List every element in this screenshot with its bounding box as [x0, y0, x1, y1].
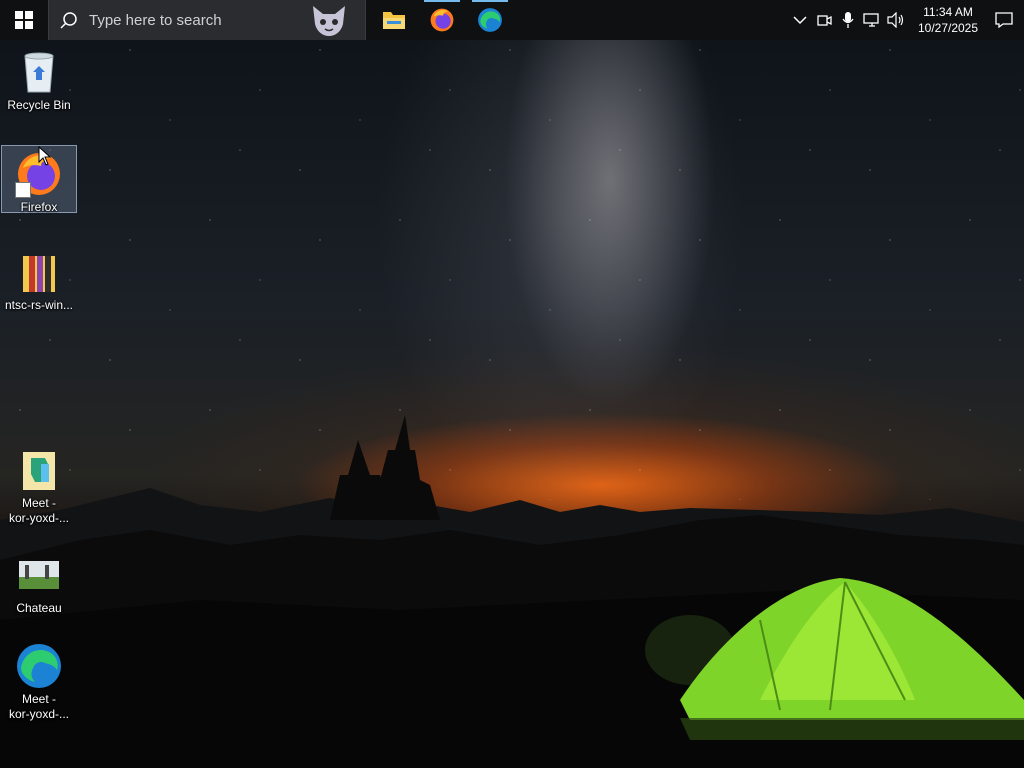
desktop-icon-label: Firefox	[20, 200, 58, 214]
taskbar-firefox[interactable]	[418, 0, 466, 40]
desktop-icon-ntsc-rs[interactable]: ntsc-rs-win...	[1, 244, 77, 316]
system-tray: 11:34 AM 10/27/2025	[788, 0, 1024, 40]
windows-logo-icon	[15, 11, 33, 29]
desktop-icon-label-line2: kor-yoxd-...	[8, 511, 69, 525]
desktop-icon-label: ntsc-rs-win...	[4, 298, 73, 312]
desktop-icon-chateau[interactable]: Chateau	[1, 547, 77, 615]
tray-camera[interactable]	[812, 0, 836, 40]
archive-icon	[15, 248, 63, 296]
desktop-icon-label: Recycle Bin	[7, 98, 71, 112]
shortcut-arrow-icon	[15, 182, 31, 198]
chevron-up-icon	[793, 16, 807, 25]
desktop-icon-meet-1[interactable]: Meet - kor-yoxd-...	[1, 442, 77, 528]
edge-icon	[15, 642, 63, 690]
desktop-icon-meet-2[interactable]: Meet - kor-yoxd-...	[1, 638, 77, 724]
taskbar-search-box[interactable]: Type here to search	[48, 0, 366, 40]
recycle-bin-icon	[15, 48, 63, 96]
camera-icon	[817, 15, 832, 26]
microphone-icon	[842, 12, 854, 28]
tray-network[interactable]	[860, 0, 884, 40]
firefox-icon	[430, 8, 454, 32]
tray-volume[interactable]	[884, 0, 908, 40]
desktop-icon-label: Chateau	[16, 601, 62, 615]
notification-icon	[995, 12, 1013, 28]
tray-microphone[interactable]	[836, 0, 860, 40]
taskbar: Type here to search 11:34 AM 10/27/2025	[0, 0, 1024, 40]
wallpaper-landscape	[0, 415, 1024, 768]
taskbar-edge[interactable]	[466, 0, 514, 40]
clock-time: 11:34 AM	[923, 5, 973, 19]
desktop-icon-label: Meet -	[21, 692, 56, 706]
taskbar-clock[interactable]: 11:34 AM 10/27/2025	[912, 4, 984, 36]
desktop-icon-label-line2: kor-yoxd-...	[8, 707, 69, 721]
desktop[interactable]: Recycle Bin Firefox ntsc-rs-win... Meet …	[0, 0, 1024, 768]
mouse-cursor-icon	[38, 146, 52, 166]
action-center-button[interactable]	[984, 0, 1024, 40]
clock-date: 10/27/2025	[917, 21, 979, 35]
desktop-icon-recycle-bin[interactable]: Recycle Bin	[1, 44, 77, 116]
edge-icon	[478, 8, 502, 32]
network-icon	[863, 13, 879, 27]
search-icon	[49, 11, 89, 29]
speaker-icon	[887, 12, 904, 28]
meet-shortcut-icon	[15, 446, 63, 494]
search-highlight-mascot-icon[interactable]	[309, 2, 349, 38]
chateau-icon	[15, 551, 63, 599]
search-placeholder: Type here to search	[89, 11, 222, 29]
start-button[interactable]	[0, 0, 48, 40]
desktop-icon-label: Meet -	[21, 496, 56, 510]
taskbar-file-explorer[interactable]	[370, 0, 418, 40]
show-hidden-icons-button[interactable]	[788, 0, 812, 40]
folder-icon	[383, 12, 405, 29]
